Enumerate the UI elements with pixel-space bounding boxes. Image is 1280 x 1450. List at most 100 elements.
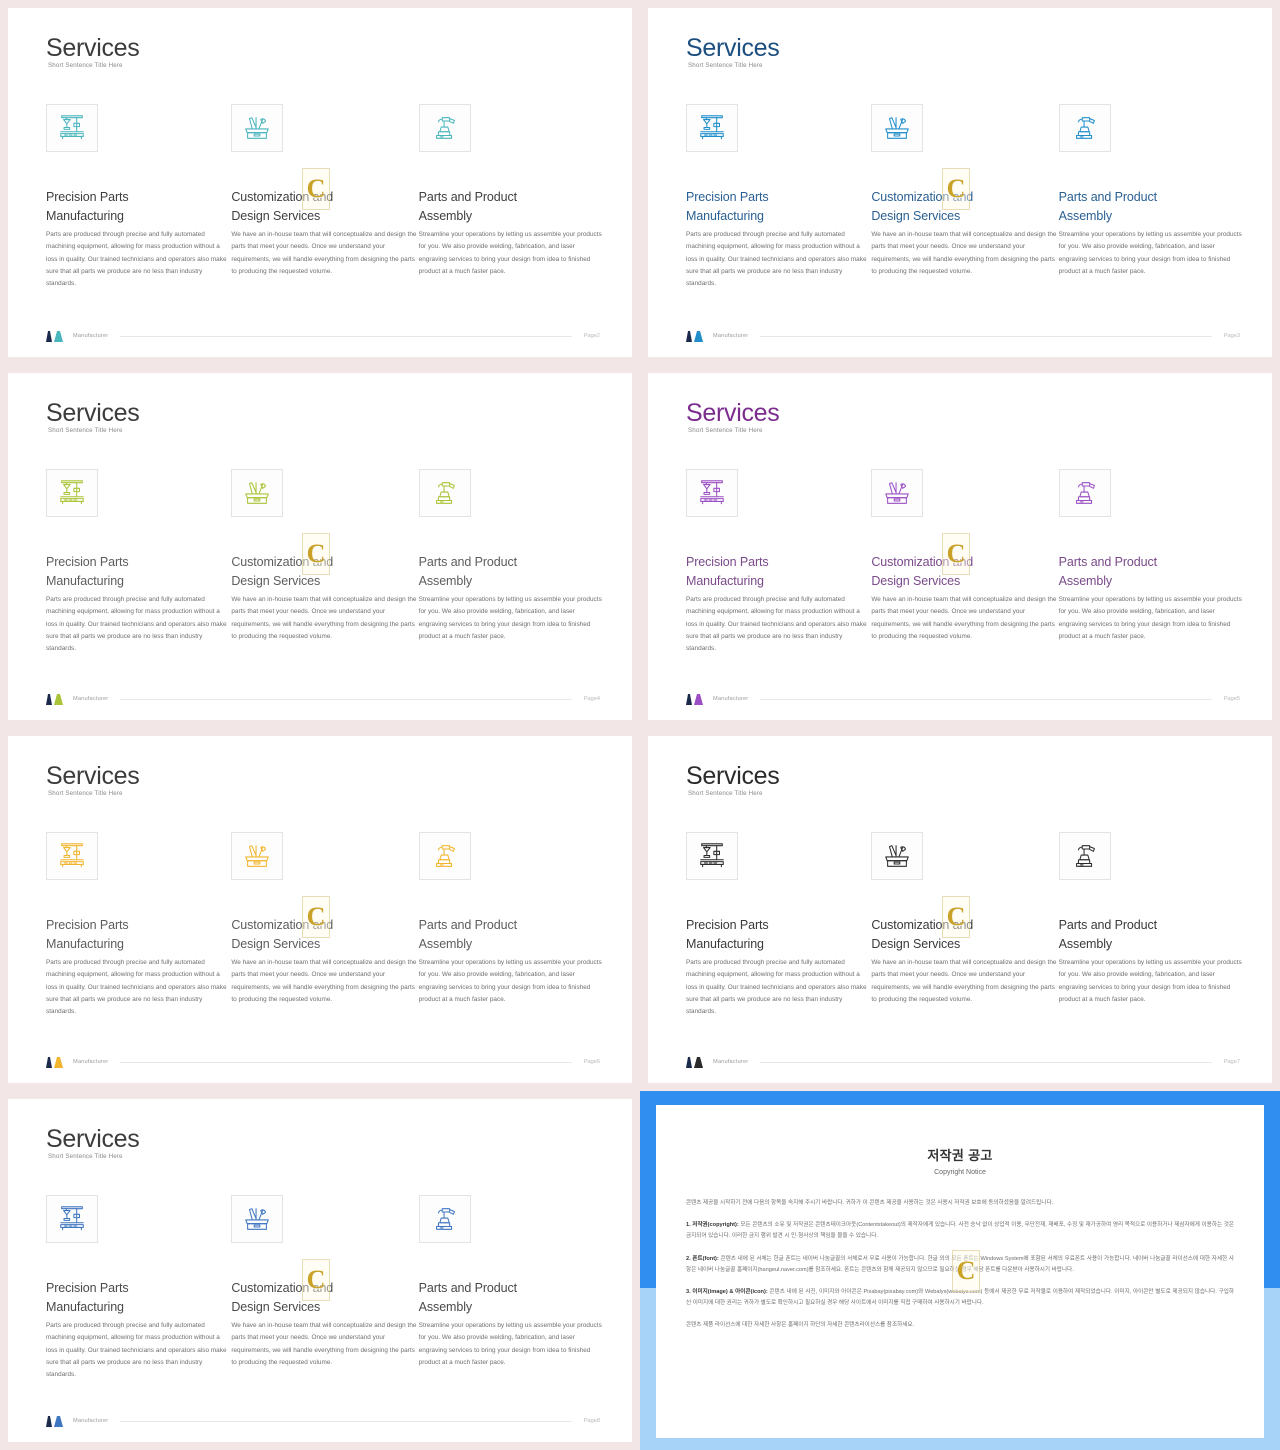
slide-cell: Services Short Sentence Title Here Precis…	[640, 728, 1280, 1091]
service-body: We have an in-house team that will conce…	[871, 596, 1057, 640]
robot-arm-icon	[418, 1195, 471, 1243]
page-number: Page7	[1223, 1059, 1240, 1065]
robot-arm-icon	[418, 104, 471, 152]
service-body: Streamline your operations by letting us…	[1058, 596, 1242, 640]
copyright-item-label: 3. 이미지(image) & 아이콘(icon):	[686, 1288, 770, 1295]
service-body: Streamline your operations by letting us…	[418, 231, 602, 275]
service-columns: Precision Parts Manufacturing Parts are p…	[686, 832, 1246, 1018]
services-slide[interactable]: Services Short Sentence Title Here Precis…	[648, 736, 1272, 1083]
footer-divider	[760, 335, 1212, 337]
service-heading: Precision Parts Manufacturing	[46, 555, 129, 588]
page-title: Services	[46, 1125, 140, 1153]
brand-name: Manufacturer	[713, 1059, 749, 1065]
service-body: Streamline your operations by letting us…	[418, 959, 602, 1003]
copyright-subtitle: Copyright Notice	[934, 1169, 986, 1176]
page-number: Page2	[583, 333, 600, 339]
copyright-item-label: 1. 저작권(copyright):	[686, 1222, 741, 1229]
service-heading: Precision Parts Manufacturing	[686, 555, 769, 588]
service-heading: Parts and Product Assembly	[1058, 555, 1158, 588]
page-title: Services	[686, 34, 780, 62]
service-body: We have an in-house team that will conce…	[231, 1322, 417, 1366]
copyright-title: 저작권 공고	[927, 1148, 993, 1163]
copyright-slide[interactable]: 저작권 공고 Copyright Notice 콘텐츠 제공을 시작하기 전에 다음…	[640, 1091, 1280, 1450]
page-number: Page6	[583, 1059, 600, 1065]
robot-arm-icon	[418, 469, 471, 517]
copyright-item: 3. 이미지(image) & 아이콘(icon): 콘텐츠 내에 된 사진, …	[686, 1288, 1235, 1307]
page-subtitle: Short Sentence Title Here	[48, 790, 123, 797]
service-body: Parts are produced through precise and f…	[46, 1322, 227, 1379]
service-column: Customization and Design Services We have…	[231, 469, 418, 655]
service-heading: Customization and Design Services	[231, 190, 334, 223]
slide-cell: Services Short Sentence Title Here Precis…	[640, 0, 1280, 365]
service-body: We have an in-house team that will conce…	[231, 231, 417, 275]
service-heading: Customization and Design Services	[871, 555, 974, 588]
service-heading: Parts and Product Assembly	[1058, 190, 1158, 223]
slide-footer: Manufacturer Page7	[686, 1055, 1240, 1069]
service-heading: Customization and Design Services	[871, 190, 974, 223]
service-heading: Parts and Product Assembly	[1058, 918, 1158, 951]
brand-name: Manufacturer	[73, 1418, 109, 1424]
service-heading: Parts and Product Assembly	[418, 190, 518, 223]
service-body: We have an in-house team that will conce…	[231, 596, 417, 640]
service-heading: Parts and Product Assembly	[418, 555, 518, 588]
brand-logo-icon	[46, 1415, 68, 1427]
service-heading: Precision Parts Manufacturing	[686, 918, 769, 951]
service-column: Precision Parts Manufacturing Parts are p…	[46, 469, 233, 655]
service-heading: Precision Parts Manufacturing	[46, 190, 129, 223]
brand-name: Manufacturer	[73, 1059, 109, 1065]
brand-name: Manufacturer	[73, 696, 109, 702]
services-slide[interactable]: Services Short Sentence Title Here Precis…	[8, 736, 632, 1083]
service-columns: Precision Parts Manufacturing Parts are p…	[686, 104, 1246, 290]
page-number: Page4	[583, 696, 600, 702]
service-column: Parts and Product Assembly Streamline you…	[418, 832, 606, 1018]
service-body: Parts are produced through precise and f…	[686, 596, 867, 653]
services-slide[interactable]: Services Short Sentence Title Here Precis…	[8, 1099, 632, 1442]
service-column: Precision Parts Manufacturing Parts are p…	[686, 469, 873, 655]
service-column: Customization and Design Services We have…	[231, 832, 418, 1018]
drill-press-icon	[46, 1195, 98, 1243]
service-heading: Customization and Design Services	[231, 1281, 334, 1314]
service-columns: Precision Parts Manufacturing Parts are p…	[46, 1195, 606, 1381]
service-heading: Parts and Product Assembly	[418, 918, 518, 951]
page-title: Services	[686, 762, 780, 790]
footer-divider	[120, 698, 572, 700]
service-body: Parts are produced through precise and f…	[686, 231, 867, 288]
brand-logo-icon	[46, 1056, 68, 1068]
service-body: Streamline your operations by letting us…	[418, 596, 602, 640]
service-body: Parts are produced through precise and f…	[46, 596, 227, 653]
toolbox-icon	[871, 104, 924, 152]
service-column: Parts and Product Assembly Streamline you…	[1058, 832, 1246, 1018]
service-body: We have an in-house team that will conce…	[871, 959, 1057, 1003]
service-heading: Precision Parts Manufacturing	[46, 1281, 129, 1314]
services-slide[interactable]: Services Short Sentence Title Here Precis…	[648, 373, 1272, 720]
copyright-card: 저작권 공고 Copyright Notice 콘텐츠 제공을 시작하기 전에 다음…	[656, 1105, 1264, 1438]
service-heading: Customization and Design Services	[231, 918, 334, 951]
page-subtitle: Short Sentence Title Here	[48, 1153, 123, 1160]
service-column: Customization and Design Services We have…	[871, 469, 1058, 655]
service-column: Customization and Design Services We have…	[871, 832, 1058, 1018]
copyright-cell: 저작권 공고 Copyright Notice 콘텐츠 제공을 시작하기 전에 다음…	[640, 1091, 1280, 1450]
slide-footer: Manufacturer Page5	[686, 692, 1240, 706]
service-column: Precision Parts Manufacturing Parts are p…	[686, 104, 873, 290]
page-number: Page5	[1223, 696, 1240, 702]
page-number: Page3	[1223, 333, 1240, 339]
service-column: Precision Parts Manufacturing Parts are p…	[46, 832, 233, 1018]
brand-logo-icon	[686, 330, 708, 342]
service-columns: Precision Parts Manufacturing Parts are p…	[46, 104, 606, 290]
slide-cell: Services Short Sentence Title Here Precis…	[0, 728, 640, 1091]
services-slide[interactable]: Services Short Sentence Title Here Precis…	[8, 8, 632, 357]
service-heading: Precision Parts Manufacturing	[686, 190, 769, 223]
service-body: We have an in-house team that will conce…	[871, 231, 1057, 275]
brand-name: Manufacturer	[713, 333, 749, 339]
service-column: Precision Parts Manufacturing Parts are p…	[46, 1195, 233, 1381]
brand-logo-icon	[686, 1056, 708, 1068]
services-slide[interactable]: Services Short Sentence Title Here Precis…	[8, 373, 632, 720]
page-title: Services	[686, 399, 780, 427]
services-slide[interactable]: Services Short Sentence Title Here Precis…	[648, 8, 1272, 357]
slide-footer: Manufacturer Page2	[46, 329, 600, 343]
page-subtitle: Short Sentence Title Here	[688, 790, 763, 797]
copyright-item: 1. 저작권(copyright): 모든 콘텐츠의 소유 및 저작권은 콘텐츠…	[686, 1222, 1234, 1240]
service-body: Parts are produced through precise and f…	[46, 231, 227, 288]
service-columns: Precision Parts Manufacturing Parts are p…	[46, 469, 606, 655]
drill-press-icon	[46, 832, 98, 880]
